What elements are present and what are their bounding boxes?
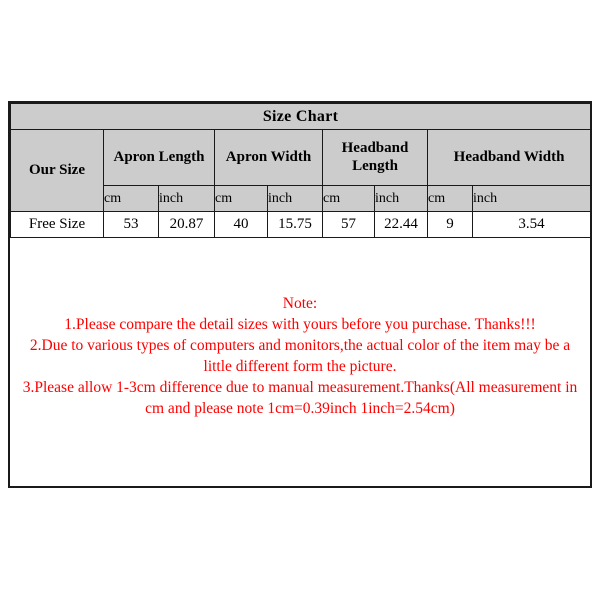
unit-header-headband-width-cm: cm xyxy=(427,185,473,212)
unit-header-headband-length-inch: inch xyxy=(374,185,428,212)
size-chart-panel: Size Chart Our Size Apron Length Apron W… xyxy=(8,101,592,488)
unit-header-apron-length-cm: cm xyxy=(103,185,159,212)
unit-header-headband-width-inch: inch xyxy=(471,185,592,212)
unit-header-headband-length-cm: cm xyxy=(322,185,375,212)
cell-headband-length-inch: 22.44 xyxy=(374,211,428,238)
unit-header-apron-width-inch: inch xyxy=(267,185,323,212)
size-chart-table: Size Chart Our Size Apron Length Apron W… xyxy=(9,103,592,238)
table-title-row: Size Chart xyxy=(9,103,592,130)
table-row: Free Size 53 20.87 40 15.75 57 22.44 9 3… xyxy=(10,211,592,238)
cell-apron-length-cm: 53 xyxy=(103,211,159,238)
column-header-headband-length: Headband Length xyxy=(322,129,428,186)
cell-headband-width-inch: 3.54 xyxy=(471,211,592,238)
unit-header-apron-width-cm: cm xyxy=(214,185,268,212)
column-header-apron-length: Apron Length xyxy=(103,129,215,186)
note-block: Note: 1.Please compare the detail sizes … xyxy=(10,238,590,486)
note-item-2: 2.Due to various types of computers and … xyxy=(29,337,571,375)
unit-header-apron-length-inch: inch xyxy=(158,185,215,212)
cell-apron-length-inch: 20.87 xyxy=(158,211,215,238)
column-header-headband-width: Headband Width xyxy=(426,129,592,186)
cell-headband-width-cm: 9 xyxy=(427,211,473,238)
cell-apron-width-cm: 40 xyxy=(214,211,268,238)
note-item-3: 3.Please allow 1-3cm difference due to m… xyxy=(22,379,578,417)
column-header-our-size: Our Size xyxy=(10,129,104,212)
note-item-1: 1.Please compare the detail sizes with y… xyxy=(64,316,536,333)
table-group-header-row: Our Size Apron Length Apron Width Headba… xyxy=(10,129,592,212)
cell-headband-length-cm: 57 xyxy=(322,211,375,238)
size-chart-title: Size Chart xyxy=(9,103,592,130)
cell-apron-width-inch: 15.75 xyxy=(267,211,323,238)
note-heading: Note: xyxy=(282,295,318,312)
cell-size-label: Free Size xyxy=(10,211,104,238)
column-header-apron-width: Apron Width xyxy=(214,129,323,186)
